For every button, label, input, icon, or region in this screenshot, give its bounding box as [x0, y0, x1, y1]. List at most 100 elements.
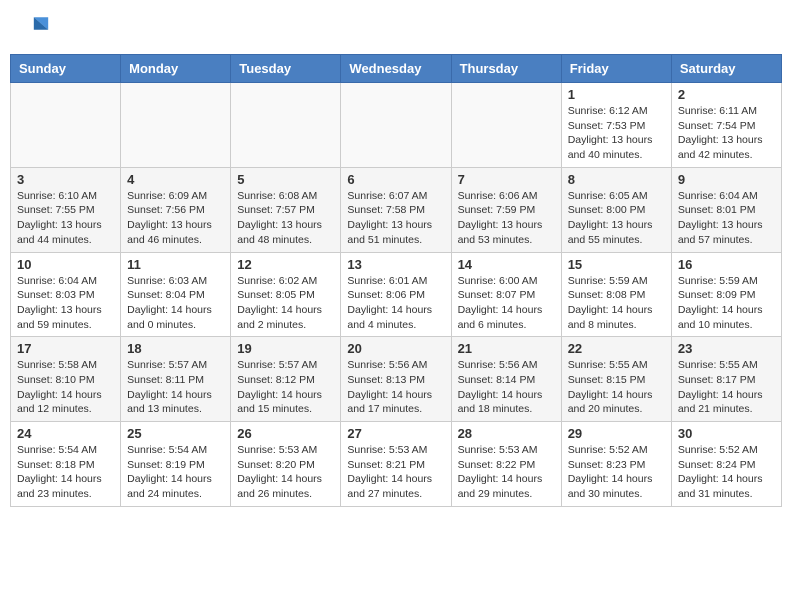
- day-number: 3: [17, 172, 114, 187]
- day-number: 18: [127, 341, 224, 356]
- calendar-cell: 10 Sunrise: 6:04 AMSunset: 8:03 PMDayligh…: [11, 252, 121, 337]
- column-header-friday: Friday: [561, 55, 671, 83]
- calendar-cell: 27 Sunrise: 5:53 AMSunset: 8:21 PMDayligh…: [341, 422, 451, 507]
- calendar-week-5: 24Sunrise: 5:54 AMSunset: 8:18 PMDayligh…: [11, 422, 782, 507]
- calendar-week-1: 1Sunrise: 6:12 AMSunset: 7:53 PMDaylight…: [11, 83, 782, 168]
- day-number: 13: [347, 257, 444, 272]
- day-number: 5: [237, 172, 334, 187]
- day-info: Sunrise: 5:56 AMSunset: 8:14 PMDaylight:…: [458, 358, 555, 417]
- logo-icon: [14, 10, 50, 46]
- day-info: Sunrise: 6:10 AMSunset: 7:55 PMDaylight:…: [17, 189, 114, 248]
- calendar-cell: 6 Sunrise: 6:07 AMSunset: 7:58 PMDaylight…: [341, 167, 451, 252]
- day-info: Sunrise: 5:53 AMSunset: 8:20 PMDaylight:…: [237, 443, 334, 502]
- calendar-cell: [341, 83, 451, 168]
- day-info: Sunrise: 5:59 AMSunset: 8:09 PMDaylight:…: [678, 274, 775, 333]
- calendar-cell: 4 Sunrise: 6:09 AMSunset: 7:56 PMDaylight…: [121, 167, 231, 252]
- day-number: 17: [17, 341, 114, 356]
- day-info: Sunrise: 6:08 AMSunset: 7:57 PMDaylight:…: [237, 189, 334, 248]
- day-info: Sunrise: 5:54 AMSunset: 8:19 PMDaylight:…: [127, 443, 224, 502]
- logo: [14, 10, 54, 46]
- day-info: Sunrise: 6:04 AMSunset: 8:03 PMDaylight:…: [17, 274, 114, 333]
- day-number: 27: [347, 426, 444, 441]
- calendar-cell: [451, 83, 561, 168]
- day-info: Sunrise: 5:52 AMSunset: 8:23 PMDaylight:…: [568, 443, 665, 502]
- day-number: 7: [458, 172, 555, 187]
- calendar-cell: 3 Sunrise: 6:10 AMSunset: 7:55 PMDaylight…: [11, 167, 121, 252]
- day-number: 23: [678, 341, 775, 356]
- day-info: Sunrise: 5:52 AMSunset: 8:24 PMDaylight:…: [678, 443, 775, 502]
- column-header-sunday: Sunday: [11, 55, 121, 83]
- calendar-cell: 12 Sunrise: 6:02 AMSunset: 8:05 PMDayligh…: [231, 252, 341, 337]
- day-info: Sunrise: 5:59 AMSunset: 8:08 PMDaylight:…: [568, 274, 665, 333]
- day-number: 8: [568, 172, 665, 187]
- day-info: Sunrise: 6:12 AMSunset: 7:53 PMDaylight:…: [568, 104, 665, 163]
- page-header: [10, 10, 782, 46]
- day-info: Sunrise: 6:07 AMSunset: 7:58 PMDaylight:…: [347, 189, 444, 248]
- calendar-cell: 18 Sunrise: 5:57 AMSunset: 8:11 PMDayligh…: [121, 337, 231, 422]
- day-info: Sunrise: 5:53 AMSunset: 8:21 PMDaylight:…: [347, 443, 444, 502]
- day-info: Sunrise: 5:57 AMSunset: 8:11 PMDaylight:…: [127, 358, 224, 417]
- calendar-cell: 9 Sunrise: 6:04 AMSunset: 8:01 PMDaylight…: [671, 167, 781, 252]
- day-number: 20: [347, 341, 444, 356]
- day-number: 6: [347, 172, 444, 187]
- calendar-cell: 25 Sunrise: 5:54 AMSunset: 8:19 PMDayligh…: [121, 422, 231, 507]
- day-info: Sunrise: 6:04 AMSunset: 8:01 PMDaylight:…: [678, 189, 775, 248]
- day-number: 25: [127, 426, 224, 441]
- day-number: 10: [17, 257, 114, 272]
- day-number: 12: [237, 257, 334, 272]
- day-number: 28: [458, 426, 555, 441]
- calendar-cell: 21Sunrise: 5:56 AMSunset: 8:14 PMDayligh…: [451, 337, 561, 422]
- day-number: 2: [678, 87, 775, 102]
- day-info: Sunrise: 6:09 AMSunset: 7:56 PMDaylight:…: [127, 189, 224, 248]
- calendar-cell: 8 Sunrise: 6:05 AMSunset: 8:00 PMDaylight…: [561, 167, 671, 252]
- calendar-cell: [11, 83, 121, 168]
- calendar-cell: 24Sunrise: 5:54 AMSunset: 8:18 PMDayligh…: [11, 422, 121, 507]
- day-number: 4: [127, 172, 224, 187]
- calendar-week-3: 10 Sunrise: 6:04 AMSunset: 8:03 PMDayligh…: [11, 252, 782, 337]
- calendar-cell: 30Sunrise: 5:52 AMSunset: 8:24 PMDayligh…: [671, 422, 781, 507]
- day-number: 26: [237, 426, 334, 441]
- calendar-cell: 22Sunrise: 5:55 AMSunset: 8:15 PMDayligh…: [561, 337, 671, 422]
- calendar-cell: 7Sunrise: 6:06 AMSunset: 7:59 PMDaylight…: [451, 167, 561, 252]
- calendar-cell: 16Sunrise: 5:59 AMSunset: 8:09 PMDayligh…: [671, 252, 781, 337]
- calendar-cell: 5 Sunrise: 6:08 AMSunset: 7:57 PMDaylight…: [231, 167, 341, 252]
- day-info: Sunrise: 5:53 AMSunset: 8:22 PMDaylight:…: [458, 443, 555, 502]
- day-info: Sunrise: 6:01 AMSunset: 8:06 PMDaylight:…: [347, 274, 444, 333]
- calendar-cell: 13 Sunrise: 6:01 AMSunset: 8:06 PMDayligh…: [341, 252, 451, 337]
- calendar-cell: 23 Sunrise: 5:55 AMSunset: 8:17 PMDayligh…: [671, 337, 781, 422]
- day-info: Sunrise: 5:58 AMSunset: 8:10 PMDaylight:…: [17, 358, 114, 417]
- day-info: Sunrise: 6:05 AMSunset: 8:00 PMDaylight:…: [568, 189, 665, 248]
- calendar-cell: 2Sunrise: 6:11 AMSunset: 7:54 PMDaylight…: [671, 83, 781, 168]
- calendar-cell: 29 Sunrise: 5:52 AMSunset: 8:23 PMDayligh…: [561, 422, 671, 507]
- column-header-thursday: Thursday: [451, 55, 561, 83]
- day-number: 11: [127, 257, 224, 272]
- day-number: 29: [568, 426, 665, 441]
- calendar-cell: 14 Sunrise: 6:00 AMSunset: 8:07 PMDayligh…: [451, 252, 561, 337]
- calendar-cell: 1Sunrise: 6:12 AMSunset: 7:53 PMDaylight…: [561, 83, 671, 168]
- calendar-cell: 26 Sunrise: 5:53 AMSunset: 8:20 PMDayligh…: [231, 422, 341, 507]
- day-info: Sunrise: 6:02 AMSunset: 8:05 PMDaylight:…: [237, 274, 334, 333]
- calendar-cell: 15 Sunrise: 5:59 AMSunset: 8:08 PMDayligh…: [561, 252, 671, 337]
- calendar-cell: 19 Sunrise: 5:57 AMSunset: 8:12 PMDayligh…: [231, 337, 341, 422]
- calendar-header-row: SundayMondayTuesdayWednesdayThursdayFrid…: [11, 55, 782, 83]
- calendar-cell: 20 Sunrise: 5:56 AMSunset: 8:13 PMDayligh…: [341, 337, 451, 422]
- day-info: Sunrise: 6:00 AMSunset: 8:07 PMDaylight:…: [458, 274, 555, 333]
- column-header-saturday: Saturday: [671, 55, 781, 83]
- day-info: Sunrise: 5:55 AMSunset: 8:17 PMDaylight:…: [678, 358, 775, 417]
- day-info: Sunrise: 6:03 AMSunset: 8:04 PMDaylight:…: [127, 274, 224, 333]
- day-info: Sunrise: 5:57 AMSunset: 8:12 PMDaylight:…: [237, 358, 334, 417]
- day-number: 24: [17, 426, 114, 441]
- day-number: 15: [568, 257, 665, 272]
- calendar-table: SundayMondayTuesdayWednesdayThursdayFrid…: [10, 54, 782, 507]
- day-number: 9: [678, 172, 775, 187]
- column-header-tuesday: Tuesday: [231, 55, 341, 83]
- day-info: Sunrise: 5:55 AMSunset: 8:15 PMDaylight:…: [568, 358, 665, 417]
- calendar-cell: [231, 83, 341, 168]
- day-number: 14: [458, 257, 555, 272]
- calendar-cell: 28 Sunrise: 5:53 AMSunset: 8:22 PMDayligh…: [451, 422, 561, 507]
- day-number: 19: [237, 341, 334, 356]
- calendar-week-4: 17 Sunrise: 5:58 AMSunset: 8:10 PMDayligh…: [11, 337, 782, 422]
- column-header-monday: Monday: [121, 55, 231, 83]
- day-info: Sunrise: 5:56 AMSunset: 8:13 PMDaylight:…: [347, 358, 444, 417]
- calendar-week-2: 3 Sunrise: 6:10 AMSunset: 7:55 PMDaylight…: [11, 167, 782, 252]
